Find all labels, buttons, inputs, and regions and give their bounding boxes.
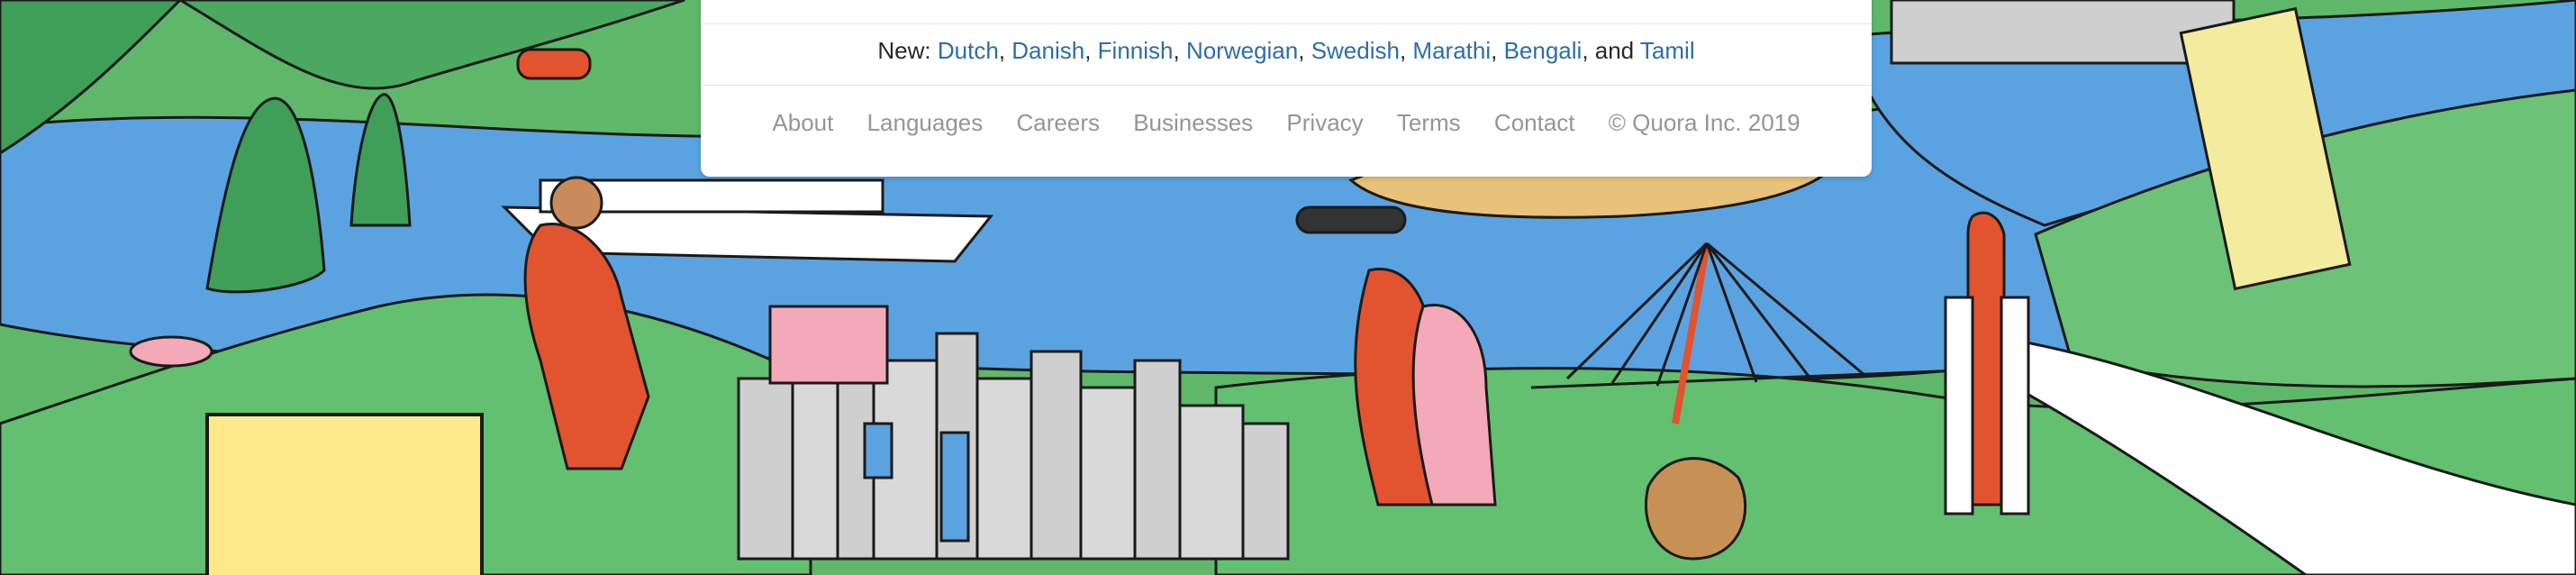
language-link-finnish[interactable]: Finnish [1098,37,1174,64]
footer-link-privacy[interactable]: Privacy [1286,109,1363,136]
language-link-tamil[interactable]: Tamil [1640,37,1695,64]
new-languages-line: New: Dutch, Danish, Finnish, Norwegian, … [877,37,1695,64]
new-languages-prefix: New: [877,37,931,64]
footer-links: About Languages Careers Businesses Priva… [701,106,1872,139]
footer-link-businesses[interactable]: Businesses [1133,109,1253,136]
language-link-swedish[interactable]: Swedish [1311,37,1400,64]
language-link-bengali[interactable]: Bengali [1504,37,1583,64]
language-link-marathi[interactable]: Marathi [1412,37,1491,64]
footer-card: New: Dutch, Danish, Finnish, Norwegian, … [701,0,1872,177]
footer-link-contact[interactable]: Contact [1494,109,1575,136]
language-link-danish[interactable]: Danish [1011,37,1084,64]
language-link-norwegian[interactable]: Norwegian [1186,37,1298,64]
footer-link-about[interactable]: About [772,109,833,136]
footer-divider-top [701,23,1872,24]
and-word: and [1594,37,1635,64]
language-link-dutch[interactable]: Dutch [938,37,999,64]
footer-divider-bottom [701,85,1872,86]
copyright-text: © Quora Inc. 2019 [1608,109,1800,136]
footer-link-careers[interactable]: Careers [1017,109,1100,136]
footer-link-terms[interactable]: Terms [1397,109,1461,136]
footer-link-languages[interactable]: Languages [867,109,984,136]
